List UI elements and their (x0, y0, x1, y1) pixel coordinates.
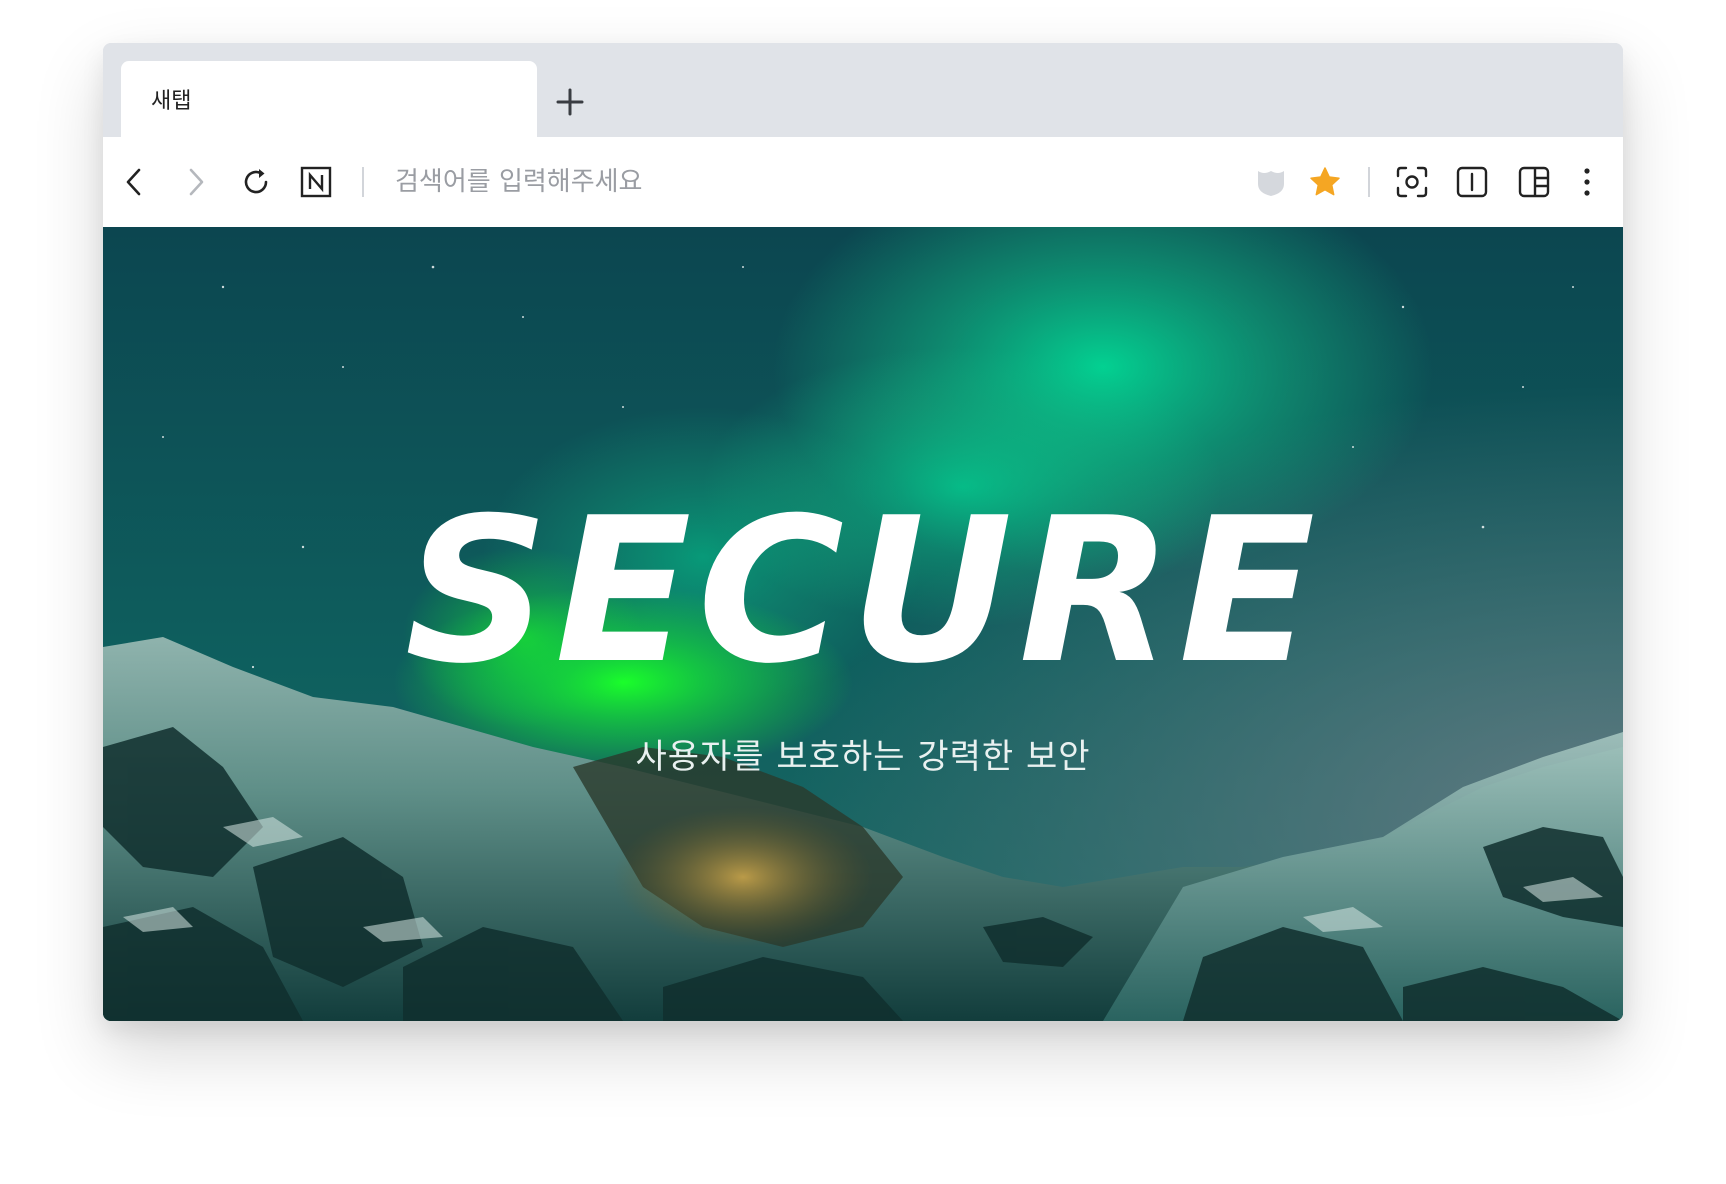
plus-icon (556, 88, 584, 116)
toolbar-divider (362, 167, 364, 197)
capture-button[interactable] (1390, 160, 1434, 204)
tab-new-tab[interactable]: 새탭 (121, 61, 537, 137)
new-tab-button[interactable] (549, 81, 591, 123)
bookmark-button[interactable] (1303, 160, 1347, 204)
text-select-button[interactable] (1450, 160, 1494, 204)
back-arrow-icon (126, 168, 141, 196)
tab-bar: 새탭 (103, 43, 1623, 137)
text-cursor-icon (1456, 166, 1488, 198)
back-button[interactable] (113, 160, 157, 204)
page-content: SECURE 사용자를 보호하는 강력한 보안 (103, 227, 1623, 1021)
hero-title: SECURE (404, 475, 1322, 708)
reload-icon (244, 169, 268, 194)
browser-window: 새탭 검색어를 입력해주세요 SECURE 사용자를 보호하는 강력한 보안 (103, 43, 1623, 1021)
side-panel-icon (1518, 166, 1550, 198)
toolbar-divider-right (1368, 167, 1370, 197)
star-icon (1310, 167, 1340, 196)
security-shield-button[interactable] (1249, 160, 1293, 204)
shield-icon (1258, 171, 1284, 196)
forward-arrow-icon (189, 168, 204, 196)
hero-subtitle: 사용자를 보호하는 강력한 보안 (635, 737, 1091, 777)
toolbar (103, 137, 1623, 227)
screenshot-capture-icon (1396, 166, 1428, 198)
naver-n-icon (300, 166, 332, 198)
naver-home-button[interactable] (294, 160, 338, 204)
side-panel-button[interactable] (1512, 160, 1556, 204)
more-vertical-icon (1584, 168, 1590, 196)
forward-button[interactable] (173, 160, 217, 204)
more-menu-button[interactable] (1565, 160, 1609, 204)
tab-title: 새탭 (151, 89, 192, 114)
reload-button[interactable] (234, 160, 278, 204)
address-bar-input[interactable] (383, 159, 1227, 205)
